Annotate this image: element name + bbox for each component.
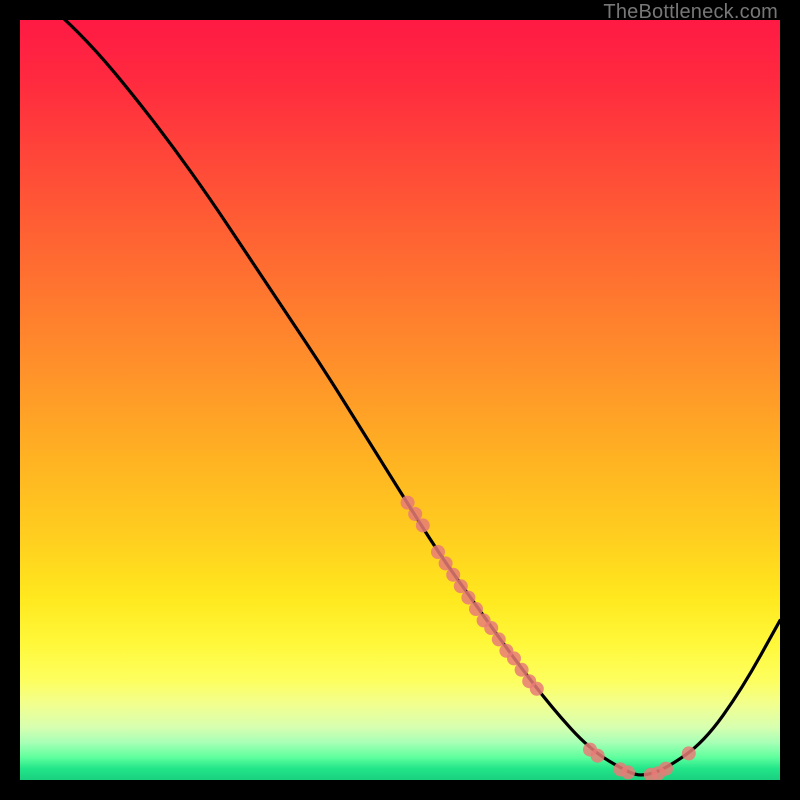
marker-point <box>408 507 422 521</box>
marker-point <box>659 762 673 776</box>
chart-container: TheBottleneck.com <box>0 0 800 800</box>
marker-point <box>621 765 635 779</box>
plot-area <box>20 20 780 780</box>
marker-point <box>401 496 415 510</box>
marker-point <box>591 749 605 763</box>
marker-point <box>469 602 483 616</box>
marker-point <box>454 579 468 593</box>
marker-point <box>530 682 544 696</box>
marker-point <box>431 545 445 559</box>
curve-layer <box>20 20 780 780</box>
marker-point <box>515 663 529 677</box>
marker-point <box>446 568 460 582</box>
bottleneck-curve <box>20 20 780 775</box>
marker-point <box>439 556 453 570</box>
marker-point <box>461 591 475 605</box>
marker-point <box>682 746 696 760</box>
marker-point <box>507 651 521 665</box>
marker-point <box>484 621 498 635</box>
marker-point <box>492 632 506 646</box>
highlight-markers <box>401 496 696 780</box>
marker-point <box>416 518 430 532</box>
